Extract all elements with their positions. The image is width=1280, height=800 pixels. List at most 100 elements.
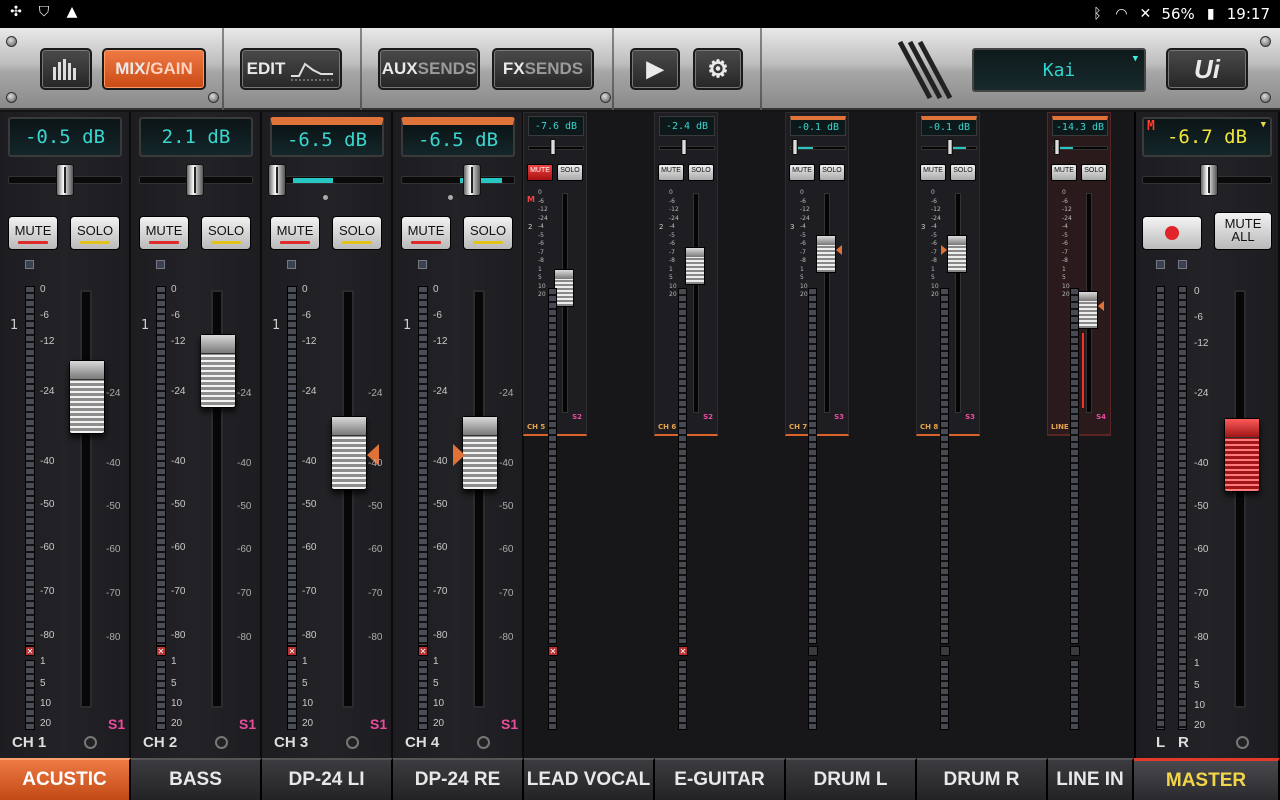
- channel-number: CH 8: [920, 423, 939, 431]
- pan-knob[interactable]: [681, 139, 687, 155]
- solo-button[interactable]: SOLO: [1081, 164, 1107, 181]
- channel-name-tab[interactable]: LINE IN: [1048, 758, 1134, 800]
- solo-button[interactable]: SOLO: [463, 216, 513, 250]
- scale-tick-label: -6: [669, 197, 675, 205]
- pan-knob[interactable]: [792, 139, 798, 155]
- solo-button[interactable]: SOLO: [950, 164, 976, 181]
- fader-track[interactable]: [473, 290, 485, 708]
- fader-track[interactable]: [80, 290, 92, 708]
- fader-track[interactable]: [342, 290, 354, 708]
- meter-scale: 0 -6 -12 -24 -4 -5 -6 -7 -8 1 5 10 20: [1062, 189, 1072, 300]
- channel-name-tab[interactable]: E-GUITAR: [655, 758, 786, 800]
- scale-tick-label: -40: [302, 456, 317, 467]
- pan-knob[interactable]: [947, 139, 953, 155]
- scale-tick-label: 0: [931, 189, 935, 196]
- master-fader-track[interactable]: [1234, 290, 1246, 708]
- solo-button[interactable]: SOLO: [201, 216, 251, 250]
- pan-knob[interactable]: [268, 164, 286, 196]
- record-button[interactable]: [1142, 216, 1202, 250]
- channel-db-display[interactable]: -0.1 dB: [921, 116, 977, 136]
- mix-gain-button[interactable]: MIX/GAIN: [102, 48, 206, 90]
- master-db-display[interactable]: M -6.7 dB ▼: [1142, 117, 1272, 157]
- meters-view-button[interactable]: [40, 48, 92, 90]
- mute-button[interactable]: MUTE: [270, 216, 320, 250]
- channel-link-icon[interactable]: [346, 736, 359, 749]
- channel-fader[interactable]: [947, 235, 967, 273]
- ui-logo-button[interactable]: Ui: [1166, 48, 1248, 90]
- channel-db-display[interactable]: -2.4 dB: [659, 116, 715, 136]
- compact-channel-strip[interactable]: -0.1 dB MUTE SOLO 3 0 -6 -12 -24 -4 -5 -6 -7 -8 1 5 10 2…: [785, 112, 849, 436]
- channel-db-display[interactable]: -6.5 dB: [270, 117, 384, 157]
- master-balance-knob[interactable]: [1200, 164, 1218, 196]
- mute-button[interactable]: MUTE: [789, 164, 815, 181]
- meters-icon: [53, 59, 76, 80]
- edit-button[interactable]: EDIT: [240, 48, 342, 90]
- channel-fader[interactable]: [816, 235, 836, 273]
- channel-fader[interactable]: [200, 334, 236, 408]
- channel-db-display[interactable]: -0.1 dB: [790, 116, 846, 136]
- channel-fader[interactable]: [462, 416, 498, 490]
- compact-channel-strip[interactable]: -14.3 dB MUTE SOLO 0 -6 -12 -24 -4 -5 -6 -7 -8 1 5 10 2…: [1047, 112, 1111, 436]
- master-fader[interactable]: [1224, 418, 1260, 492]
- channel-db-display[interactable]: -0.5 dB: [8, 117, 122, 157]
- channel-db-display[interactable]: -7.6 dB: [528, 116, 584, 136]
- channel-fader[interactable]: [1078, 291, 1098, 329]
- solo-button[interactable]: SOLO: [688, 164, 714, 181]
- settings-button[interactable]: ⚙: [693, 48, 743, 90]
- channel-name-tab[interactable]: DRUM R: [917, 758, 1048, 800]
- show-selector[interactable]: Kai ▼: [972, 48, 1146, 92]
- master-link-icon[interactable]: [1236, 736, 1249, 749]
- channel-name-tab[interactable]: DRUM L: [786, 758, 917, 800]
- pan-knob[interactable]: [550, 139, 556, 155]
- channel-name-tab[interactable]: DP-24 RE: [393, 758, 524, 800]
- solo-button[interactable]: SOLO: [819, 164, 845, 181]
- solo-button[interactable]: SOLO: [557, 164, 583, 181]
- channel-db-display[interactable]: 2.1 dB: [139, 117, 253, 157]
- pan-slider[interactable]: [1052, 146, 1108, 150]
- solo-button[interactable]: SOLO: [332, 216, 382, 250]
- channel-fader[interactable]: [554, 269, 574, 307]
- channel-name-tab[interactable]: DP-24 LI: [262, 758, 393, 800]
- mute-button[interactable]: MUTE: [527, 164, 553, 181]
- pan-slider[interactable]: [401, 176, 515, 184]
- fader-track[interactable]: [955, 193, 961, 413]
- mute-button[interactable]: MUTE: [8, 216, 58, 250]
- channel-link-icon[interactable]: [477, 736, 490, 749]
- tab-master[interactable]: MASTER: [1134, 758, 1280, 800]
- meter-scale: 0 -6 -12 -24 -4 -5 -6 -7 -8 1 5 10 20: [538, 189, 548, 300]
- pan-knob[interactable]: [1054, 139, 1060, 155]
- mute-all-button[interactable]: MUTE ALL: [1214, 212, 1272, 250]
- mute-button[interactable]: MUTE: [1051, 164, 1077, 181]
- channel-name-tab[interactable]: ACUSTIC: [0, 758, 131, 800]
- pan-knob[interactable]: [463, 164, 481, 196]
- fx-sends-button[interactable]: FX SENDS: [492, 48, 594, 90]
- scale-tick-label: -6: [538, 240, 544, 247]
- channel-db-display[interactable]: -14.3 dB: [1052, 116, 1108, 136]
- mute-button[interactable]: MUTE: [658, 164, 684, 181]
- channel-db-display[interactable]: -6.5 dB: [401, 117, 515, 157]
- channel-fader[interactable]: [69, 360, 105, 434]
- fader-scale-label: -50: [368, 501, 383, 512]
- pan-slider[interactable]: [790, 146, 846, 150]
- mute-button[interactable]: MUTE: [920, 164, 946, 181]
- channel-fader[interactable]: [331, 416, 367, 490]
- channel-name-tab[interactable]: LEAD VOCAL: [524, 758, 655, 800]
- channel-link-icon[interactable]: [215, 736, 228, 749]
- mute-button[interactable]: MUTE: [401, 216, 451, 250]
- aux-sends-button[interactable]: AUX SENDS: [378, 48, 480, 90]
- solo-button[interactable]: SOLO: [70, 216, 120, 250]
- pan-slider[interactable]: [659, 146, 715, 150]
- pan-slider[interactable]: [270, 176, 384, 184]
- channel-link-icon[interactable]: [84, 736, 97, 749]
- scale-tick-label: -70: [433, 586, 448, 597]
- pan-knob[interactable]: [186, 164, 204, 196]
- channel-fader[interactable]: [685, 247, 705, 285]
- gain-reduction-meter: [156, 660, 166, 730]
- pan-knob[interactable]: [56, 164, 74, 196]
- fader-track[interactable]: [824, 193, 830, 413]
- play-button[interactable]: ▶: [630, 48, 680, 90]
- fader-track[interactable]: [693, 193, 699, 413]
- mute-button[interactable]: MUTE: [139, 216, 189, 250]
- channel-name-tab[interactable]: BASS: [131, 758, 262, 800]
- pan-slider[interactable]: [528, 146, 584, 150]
